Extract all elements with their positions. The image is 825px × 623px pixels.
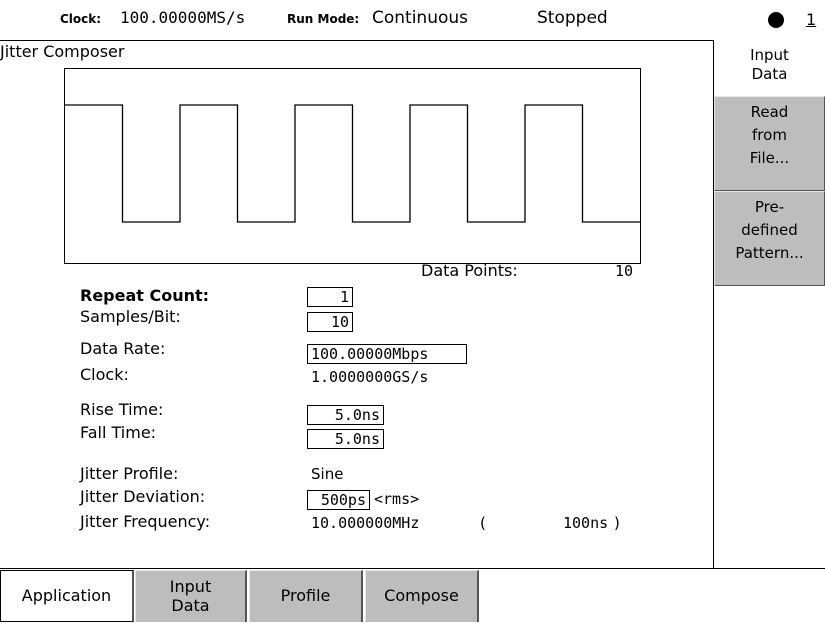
side-menu-header: Input Data <box>714 46 825 84</box>
status-bar: Clock: 100.00000MS/s Run Mode: Continuou… <box>0 0 825 40</box>
jitter-period-open: ( <box>480 514 486 532</box>
jitter-profile-label: Jitter Profile: <box>80 464 179 483</box>
page-title: Jitter Composer <box>0 42 125 61</box>
jitter-deviation-label: Jitter Deviation: <box>80 487 206 506</box>
data-points-label: Data Points: <box>421 261 518 280</box>
data-rate-label: Data Rate: <box>80 339 166 358</box>
jitter-frequency-value: 10.000000MHz <box>311 514 420 532</box>
jitter-period-value: 100ns <box>563 514 609 532</box>
read-from-file-line2: from <box>752 126 787 144</box>
predefined-pattern-line2: defined <box>741 221 798 239</box>
fall-time-field[interactable]: 5.0ns <box>307 429 384 449</box>
clock-label: Clock: <box>60 12 102 26</box>
predefined-pattern-line1: Pre- <box>754 198 785 216</box>
clock-rate-value: 1.0000000GS/s <box>311 368 429 386</box>
run-indicator-icon <box>768 12 784 28</box>
clock-value: 100.00000MS/s <box>120 8 246 27</box>
side-menu-header-line1: Input <box>750 46 789 64</box>
jitter-profile-value: Sine <box>311 465 344 483</box>
rise-time-field[interactable]: 5.0ns <box>307 405 384 425</box>
tab-input-data-line1: Input <box>169 577 212 596</box>
predefined-pattern-button[interactable]: Pre- defined Pattern... <box>714 191 825 286</box>
jitter-period-close: ) <box>614 514 620 532</box>
samples-per-bit-label: Samples/Bit: <box>80 307 181 326</box>
samples-per-bit-field[interactable]: 10 <box>307 312 353 332</box>
repeat-count-field[interactable]: 1 <box>307 287 353 307</box>
read-from-file-line1: Read <box>750 103 789 121</box>
run-mode-label: Run Mode: <box>287 12 360 26</box>
fall-time-label: Fall Time: <box>80 423 157 442</box>
data-rate-field[interactable]: 100.00000Mbps <box>307 344 467 364</box>
jitter-frequency-label: Jitter Frequency: <box>80 512 211 531</box>
predefined-pattern-line3: Pattern... <box>735 244 804 262</box>
tab-application[interactable]: Application <box>0 570 134 622</box>
run-mode-value: Continuous <box>372 8 469 28</box>
side-menu-header-line2: Data <box>751 65 788 83</box>
jitter-deviation-unit: <rms> <box>374 490 420 508</box>
tab-profile[interactable]: Profile <box>249 570 363 622</box>
clock-rate-label: Clock: <box>80 365 129 384</box>
waveform-trace <box>65 104 640 223</box>
tab-input-data-line2: Data <box>171 596 210 615</box>
read-from-file-button[interactable]: Read from File... <box>714 96 825 191</box>
jitter-deviation-field[interactable]: 500ps <box>307 490 370 510</box>
tab-input-data[interactable]: Input Data <box>135 570 247 622</box>
read-from-file-line3: File... <box>749 149 790 167</box>
run-state: Stopped <box>537 8 608 28</box>
data-points-value: 10 <box>615 262 634 280</box>
waveform-display <box>64 68 641 264</box>
tab-compose[interactable]: Compose <box>365 570 479 622</box>
waveform-graph <box>65 104 640 223</box>
rise-time-label: Rise Time: <box>80 400 164 419</box>
page-indicator: 1 <box>806 10 817 29</box>
repeat-count-label: Repeat Count: <box>80 286 210 305</box>
